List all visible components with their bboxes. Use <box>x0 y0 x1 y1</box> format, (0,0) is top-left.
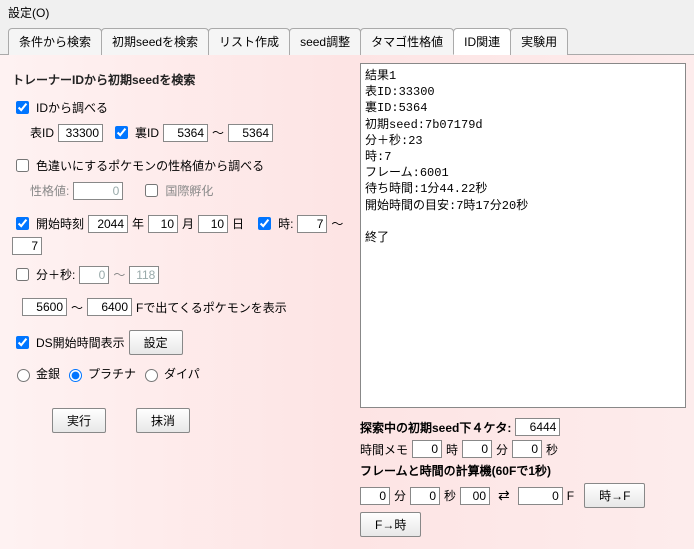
kokusai-checkbox[interactable]: 国際孵化 <box>141 181 213 200</box>
ura-id-label: 裏ID <box>135 124 159 141</box>
tab-5[interactable]: ID関連 <box>453 28 511 55</box>
calc-byou-suf: 秒 <box>444 487 456 504</box>
ji-check-input[interactable] <box>258 217 271 230</box>
funbyou-input[interactable] <box>16 268 29 281</box>
daipa-radio[interactable] <box>145 369 158 382</box>
search-by-id-checkbox[interactable]: IDから調べる <box>12 98 108 117</box>
ura-id-from[interactable] <box>163 124 208 142</box>
version-platinum[interactable]: プラチナ <box>64 365 136 382</box>
seikaku-label: 性格値: <box>30 182 69 199</box>
tab-3[interactable]: seed調整 <box>289 28 361 55</box>
frame-from[interactable] <box>22 298 67 316</box>
left-panel: トレーナーIDから初期seedを検索 IDから調べる 表ID 裏ID ～ 色違い… <box>8 63 360 541</box>
tab-0[interactable]: 条件から検索 <box>8 28 102 55</box>
ura-id-check-input[interactable] <box>115 126 128 139</box>
ds-start-input[interactable] <box>16 336 29 349</box>
kokusai-input[interactable] <box>145 184 158 197</box>
kaishi-input[interactable] <box>16 217 29 230</box>
memo-fun[interactable] <box>462 440 492 458</box>
menu-settings[interactable]: 設定(O) <box>8 6 49 20</box>
tilde-1: ～ <box>212 124 224 141</box>
results-textarea[interactable] <box>360 63 686 408</box>
calc-frame[interactable] <box>518 487 563 505</box>
kingin-radio[interactable] <box>17 369 30 382</box>
clear-button[interactable]: 抹消 <box>136 408 190 433</box>
memo-byou[interactable] <box>512 440 542 458</box>
ji-checkbox[interactable]: 時: <box>254 214 293 233</box>
tab-2[interactable]: リスト作成 <box>208 28 290 55</box>
tab-1[interactable]: 初期seedを検索 <box>101 28 209 55</box>
tilde-3: ～ <box>113 266 125 283</box>
settei-button[interactable]: 設定 <box>129 330 183 355</box>
right-panel: 探索中の初期seed下４ケタ: 時間メモ 時 分 秒 フレームと時間の計算機(6… <box>360 63 686 541</box>
version-kingin[interactable]: 金銀 <box>12 365 60 382</box>
swap-icon: ⇄ <box>494 487 514 504</box>
day-suffix: 日 <box>232 215 244 232</box>
ji-to-f-button[interactable]: 時→F <box>584 483 645 508</box>
calc-sub[interactable] <box>460 487 490 505</box>
platinum-radio[interactable] <box>69 369 82 382</box>
calc-fun-suf: 分 <box>394 487 406 504</box>
search-by-id-input[interactable] <box>16 101 29 114</box>
year-input[interactable] <box>88 215 128 233</box>
search-by-id-label: IDから調べる <box>36 99 108 116</box>
calc-title: フレームと時間の計算機(60Fで1秒) <box>360 462 551 479</box>
tab-6[interactable]: 実験用 <box>510 28 568 55</box>
ji-to[interactable] <box>12 237 42 255</box>
ura-id-to[interactable] <box>228 124 273 142</box>
tansaku-value[interactable] <box>515 418 560 436</box>
irochigai-input[interactable] <box>16 159 29 172</box>
tilde-2: ～ <box>331 215 343 232</box>
month-suffix: 月 <box>182 215 194 232</box>
irochigai-checkbox[interactable]: 色違いにするポケモンの性格値から調べる <box>12 156 264 175</box>
menubar: 設定(O) <box>0 0 694 25</box>
execute-button[interactable]: 実行 <box>52 408 106 433</box>
ds-start-label: DS開始時間表示 <box>36 334 125 351</box>
panel-title: トレーナーIDから初期seedを検索 <box>12 71 352 88</box>
jikan-memo-label: 時間メモ <box>360 441 408 458</box>
calc-f-suf: F <box>567 489 574 503</box>
omote-id-label: 表ID <box>30 124 54 141</box>
ds-start-checkbox[interactable]: DS開始時間表示 <box>12 333 125 352</box>
ura-id-checkbox[interactable]: 裏ID <box>111 123 159 142</box>
tansaku-label: 探索中の初期seed下４ケタ: <box>360 419 511 436</box>
ji-label: 時: <box>278 215 293 232</box>
memo-ji-suf: 時 <box>446 441 458 458</box>
seikaku-input[interactable] <box>73 182 123 200</box>
version-daipa[interactable]: ダイパ <box>140 365 200 382</box>
frame-suffix: Fで出てくるポケモンを表示 <box>136 299 287 316</box>
f-to-ji-button[interactable]: F→時 <box>360 512 421 537</box>
funbyou-from[interactable] <box>79 266 109 284</box>
funbyou-to[interactable] <box>129 266 159 284</box>
tab-bar: 条件から検索 初期seedを検索 リスト作成 seed調整 タマゴ性格値 ID関… <box>0 25 694 55</box>
memo-ji[interactable] <box>412 440 442 458</box>
ji-from[interactable] <box>297 215 327 233</box>
year-suffix: 年 <box>132 215 144 232</box>
tilde-4: ～ <box>71 299 83 316</box>
kingin-label: 金銀 <box>36 365 60 382</box>
month-input[interactable] <box>148 215 178 233</box>
memo-byou-suf: 秒 <box>546 441 558 458</box>
bottom-right: 探索中の初期seed下４ケタ: 時間メモ 時 分 秒 フレームと時間の計算機(6… <box>360 414 686 541</box>
funbyou-label: 分＋秒: <box>36 266 75 283</box>
platinum-label: プラチナ <box>88 365 136 382</box>
kaishi-label: 開始時刻 <box>36 215 84 232</box>
memo-fun-suf: 分 <box>496 441 508 458</box>
tab-4[interactable]: タマゴ性格値 <box>360 28 454 55</box>
irochigai-label: 色違いにするポケモンの性格値から調べる <box>36 157 264 174</box>
frame-to[interactable] <box>87 298 132 316</box>
kaishi-checkbox[interactable]: 開始時刻 <box>12 214 84 233</box>
funbyou-checkbox[interactable]: 分＋秒: <box>12 265 75 284</box>
day-input[interactable] <box>198 215 228 233</box>
omote-id-input[interactable] <box>58 124 103 142</box>
content: トレーナーIDから初期seedを検索 IDから調べる 表ID 裏ID ～ 色違い… <box>0 55 694 549</box>
calc-fun[interactable] <box>360 487 390 505</box>
daipa-label: ダイパ <box>164 365 200 382</box>
kokusai-label: 国際孵化 <box>165 182 213 199</box>
calc-byou[interactable] <box>410 487 440 505</box>
